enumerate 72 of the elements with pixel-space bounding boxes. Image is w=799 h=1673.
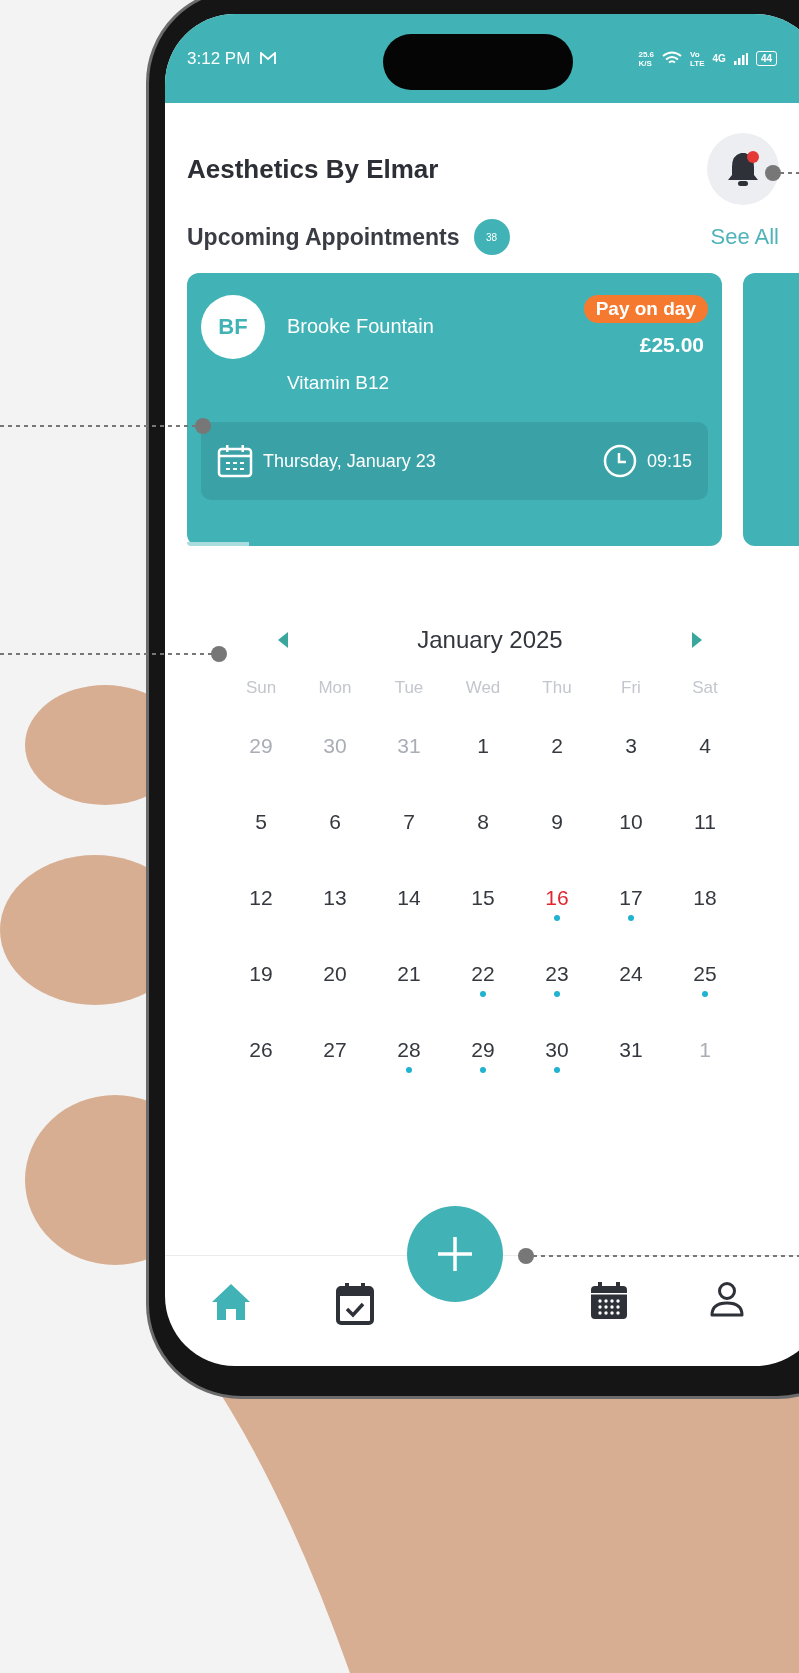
weekday-label: Sun: [244, 678, 278, 699]
leader-line: [765, 165, 799, 181]
clock-icon: [602, 444, 637, 478]
network-speed: 25.6 K/S: [638, 49, 654, 68]
weekday-label: Mon: [317, 678, 353, 699]
price: £25.00: [639, 333, 704, 357]
calendar-day[interactable]: 21: [397, 962, 421, 986]
scroll-indicator: [187, 542, 249, 546]
calendar-day[interactable]: 13: [323, 886, 347, 910]
calendar-day[interactable]: 30: [545, 1038, 569, 1062]
weekday-label: Thu: [541, 678, 573, 699]
nav-tab[interactable]: [590, 1282, 628, 1320]
nav-tab[interactable]: [335, 1282, 375, 1326]
payment-badge: Pay on day: [583, 295, 708, 323]
calendar-icon: [590, 1282, 628, 1320]
calendar-day[interactable]: 7: [403, 810, 415, 834]
volte-label: Vo LTE: [690, 49, 705, 68]
calendar-day[interactable]: 27: [323, 1038, 347, 1062]
wifi-icon: [662, 51, 682, 66]
user-icon: [710, 1282, 744, 1318]
calendar-day[interactable]: 25: [693, 962, 717, 986]
calendar-icon: [217, 444, 253, 478]
calendar-day[interactable]: 3: [625, 734, 637, 758]
weekday-label: Fri: [620, 678, 642, 699]
calendar-day[interactable]: 9: [551, 810, 563, 834]
calendar-day[interactable]: 15: [471, 886, 495, 910]
calendar-day[interactable]: 24: [619, 962, 643, 986]
home-icon: [210, 1282, 252, 1322]
right-triangle-icon: [692, 632, 702, 648]
calendar-day[interactable]: 23: [545, 962, 569, 986]
calendar-check-icon: [335, 1282, 375, 1326]
battery-level: 44: [755, 51, 777, 66]
month-title: January 2025: [417, 626, 563, 654]
calendar-day[interactable]: 8: [477, 810, 489, 834]
appointment-time: 09:15: [646, 450, 692, 472]
bell-icon: [725, 150, 761, 188]
section-title: Upcoming Appointments: [187, 223, 460, 251]
calendar-day[interactable]: 19: [249, 962, 273, 986]
calendar-day[interactable]: 11: [694, 810, 716, 834]
left-triangle-icon: [278, 632, 288, 648]
client-name: Brooke Fountain: [287, 315, 434, 338]
calendar-day[interactable]: 14: [397, 886, 421, 910]
calendar-day[interactable]: 22: [471, 962, 495, 986]
appointment-date: Thursday, January 23: [263, 450, 436, 472]
appointment-count: 38: [473, 219, 510, 255]
calendar-day[interactable]: 6: [329, 810, 341, 834]
calendar-day[interactable]: 31: [619, 1038, 643, 1062]
calendar-day[interactable]: 1: [477, 734, 489, 758]
client-initials-avatar: BF: [201, 295, 265, 359]
calendar-day[interactable]: 26: [249, 1038, 273, 1062]
calendar-day[interactable]: 16: [545, 886, 569, 910]
business-name: Aesthetics By Elmar: [187, 153, 439, 185]
weekday-label: Sat: [691, 678, 719, 699]
calendar-day[interactable]: 5: [255, 810, 267, 834]
mail-icon: [260, 52, 277, 65]
status-time: 3:12 PM: [187, 48, 251, 69]
calendar-day[interactable]: 2: [551, 734, 563, 758]
network-type: 4G: [712, 53, 726, 64]
plus-icon: [436, 1235, 474, 1273]
service-name: Vitamin B12: [287, 372, 391, 394]
weekday-label: Wed: [464, 678, 502, 699]
calendar-day[interactable]: 28: [397, 1038, 421, 1062]
calendar-day[interactable]: 17: [619, 886, 643, 910]
calendar-day[interactable]: 20: [323, 962, 347, 986]
calendar-day[interactable]: 18: [693, 886, 717, 910]
calendar-day[interactable]: 12: [249, 886, 273, 910]
calendar-day[interactable]: 4: [699, 734, 711, 758]
weekday-label: Tue: [393, 678, 425, 699]
calendar-day[interactable]: 29: [471, 1038, 495, 1062]
calendar-day[interactable]: 10: [619, 810, 643, 834]
signal-icon: [733, 52, 748, 65]
nav-tab[interactable]: [710, 1282, 744, 1318]
